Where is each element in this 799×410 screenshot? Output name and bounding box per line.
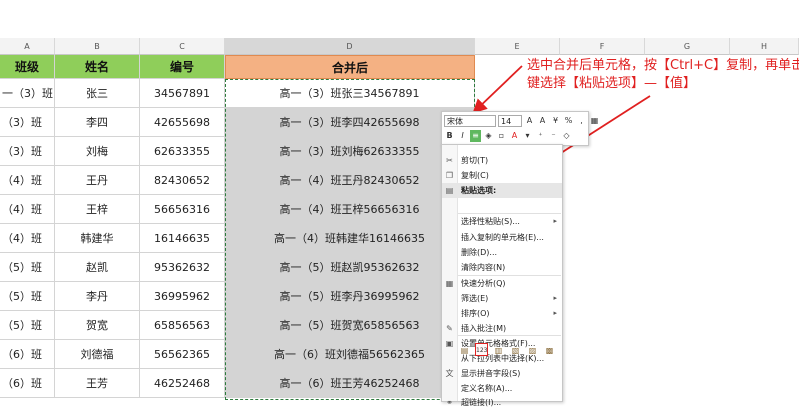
increase-decimal-icon[interactable]: ⁺ bbox=[535, 130, 546, 142]
menu-item-label: 粘贴选项: bbox=[461, 186, 497, 195]
font-color-icon[interactable]: A bbox=[509, 130, 520, 142]
paste-options-row: ▤ 123 ▥ ▧ ▨ ▩ bbox=[458, 343, 562, 357]
menu-item-10[interactable]: ✎ 插入批注(M) bbox=[442, 321, 562, 336]
percent-button[interactable]: % bbox=[563, 115, 574, 127]
menu-item-label: 显示拼音字段(S) bbox=[461, 369, 521, 378]
submenu-arrow-icon: ▸ bbox=[553, 294, 557, 302]
annotation-arrows bbox=[472, 65, 651, 196]
menu-item-2[interactable]: ▤ 粘贴选项: bbox=[442, 183, 562, 198]
paste-transpose-icon[interactable]: ▧ bbox=[509, 343, 522, 356]
scissors-icon: ✂ bbox=[446, 156, 453, 165]
italic-button[interactable]: I bbox=[457, 130, 468, 142]
align-center-icon[interactable]: ≡ bbox=[470, 130, 481, 142]
decrease-decimal-icon[interactable]: ⁻ bbox=[548, 130, 559, 142]
submenu-arrow-icon: ▸ bbox=[553, 309, 557, 317]
mini-toolbar: 宋体 14 A A ¥ % , ▦ B I ≡ ◈ ▫ A ▾ ⁺ ⁻ ◇ bbox=[441, 111, 598, 146]
currency-icon[interactable]: ¥ bbox=[550, 115, 561, 127]
paste-link-icon[interactable]: ▩ bbox=[543, 343, 556, 356]
comment-icon: ✎ bbox=[446, 324, 453, 333]
paste-icon[interactable]: ▤ bbox=[458, 343, 471, 356]
menu-item-label: 复制(C) bbox=[461, 171, 489, 180]
menu-separator bbox=[458, 213, 561, 214]
menu-item-label: 删除(D)... bbox=[461, 248, 498, 257]
border-icon[interactable]: ▫ bbox=[496, 130, 507, 142]
menu-separator bbox=[458, 275, 561, 276]
menu-item-3[interactable]: 选择性粘贴(S)... ▸ bbox=[442, 214, 562, 229]
border-dropdown-icon[interactable]: ▾ bbox=[522, 130, 533, 142]
copy-icon: ❐ bbox=[445, 171, 454, 180]
link-icon: ⚭ bbox=[446, 398, 453, 407]
menu-item-13[interactable]: 文显示拼音字段(S) bbox=[442, 366, 562, 381]
menu-item-label: 超链接(I)... bbox=[461, 398, 502, 407]
eraser-icon[interactable]: ◇ bbox=[561, 130, 572, 142]
menu-item-label: 插入复制的单元格(E)... bbox=[461, 233, 544, 242]
pinyin-icon: 文 bbox=[445, 369, 454, 378]
menu-item-label: 排序(O) bbox=[461, 309, 490, 318]
menu-item-label: 定义名称(A)... bbox=[461, 384, 513, 393]
paste-values-button[interactable]: 123 bbox=[475, 343, 488, 356]
menu-item-6[interactable]: 清除内容(N) bbox=[442, 260, 562, 275]
paste-formulas-icon[interactable]: ▥ bbox=[492, 343, 505, 356]
menu-item-9[interactable]: 排序(O) ▸ bbox=[442, 306, 562, 321]
menu-item-14[interactable]: 定义名称(A)... bbox=[442, 381, 562, 396]
menu-item-label: 清除内容(N) bbox=[461, 263, 506, 272]
paste-formatting-icon[interactable]: ▨ bbox=[526, 343, 539, 356]
menu-item-0[interactable]: ✂ 剪切(T) bbox=[442, 153, 562, 168]
menu-item-label: 快速分析(Q) bbox=[461, 279, 506, 288]
menu-item-label: 剪切(T) bbox=[461, 156, 489, 165]
menu-item-8[interactable]: 筛选(E) ▸ bbox=[442, 291, 562, 306]
font-size-box[interactable]: 14 bbox=[498, 115, 522, 127]
menu-item-4[interactable]: 插入复制的单元格(E)... bbox=[442, 230, 562, 245]
menu-item-15[interactable]: ⚭ 超链接(I)... bbox=[442, 395, 562, 410]
menu-separator bbox=[458, 335, 561, 336]
bold-button[interactable]: B bbox=[444, 130, 455, 142]
submenu-arrow-icon: ▸ bbox=[553, 217, 557, 225]
increase-font-icon[interactable]: A bbox=[524, 115, 535, 127]
context-menu: ✂ 剪切(T) ❐ 复制(C) ▤ 粘贴选项: 选择性粘贴(S)... ▸ 插入复制的单元格(E… bbox=[441, 144, 563, 407]
font-name-box[interactable]: 宋体 bbox=[444, 115, 496, 127]
menu-item-1[interactable]: ❐ 复制(C) bbox=[442, 168, 562, 183]
quick-analysis-icon: ▦ bbox=[445, 279, 454, 288]
menu-item-label: 选择性粘贴(S)... bbox=[461, 217, 520, 226]
comma-icon[interactable]: , bbox=[576, 115, 587, 127]
arrow-to-cell bbox=[472, 65, 523, 114]
format-painter-icon[interactable]: ▦ bbox=[589, 115, 600, 127]
clipboard-icon: ▤ bbox=[445, 186, 454, 195]
menu-item-label: 插入批注(M) bbox=[461, 324, 507, 333]
format-cells-icon: ▣ bbox=[445, 339, 454, 348]
menu-item-7[interactable]: ▦ 快速分析(Q) bbox=[442, 276, 562, 291]
menu-item-label: 筛选(E) bbox=[461, 294, 489, 303]
decrease-font-icon[interactable]: A bbox=[537, 115, 548, 127]
menu-item-5[interactable]: 删除(D)... bbox=[442, 245, 562, 260]
fill-color-icon[interactable]: ◈ bbox=[483, 130, 494, 142]
